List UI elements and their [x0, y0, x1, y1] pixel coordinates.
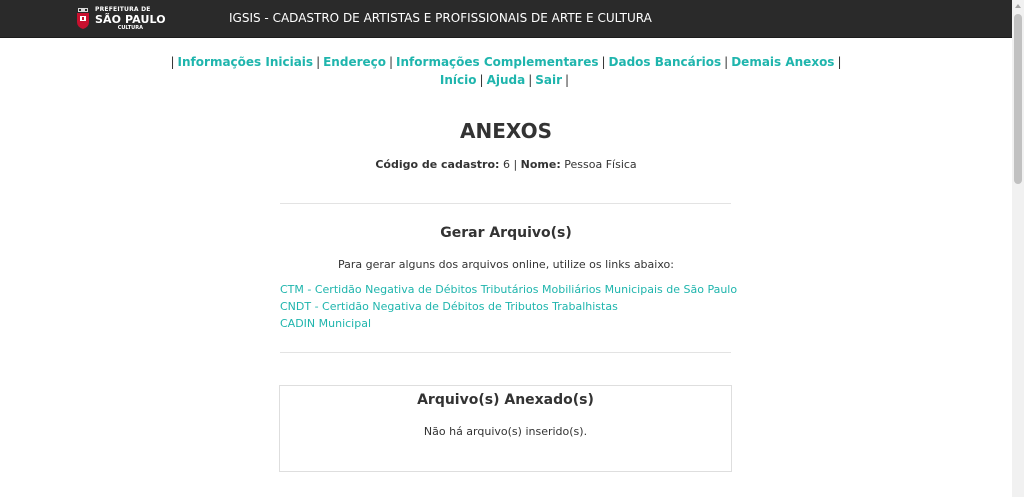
name-value: Pessoa Física	[564, 158, 637, 171]
attached-files-title: Arquivo(s) Anexado(s)	[417, 392, 594, 408]
registration-info: Código de cadastro: 6 | Nome: Pessoa Fís…	[375, 158, 637, 171]
main-nav-row-1: | Informações Iniciais | Endereço | Informaçõ…	[170, 55, 842, 69]
cndt-link[interactable]: CNDT - Certidão Negativa de Débitos de T…	[280, 298, 737, 315]
attached-files-panel: Arquivo(s) Anexado(s) Não há arquivo(s) …	[279, 385, 732, 472]
logo-line-2: SÃO PAULO	[95, 12, 166, 26]
code-label: Código de cadastro:	[375, 158, 500, 171]
nav-dados-bancarios[interactable]: Dados Bancários	[609, 55, 722, 69]
prefeitura-logo[interactable]: PREFEITURA DE SÃO PAULO CULTURA	[76, 5, 166, 32]
nav-informacoes-iniciais[interactable]: Informações Iniciais	[178, 55, 314, 69]
generate-instructions: Para gerar alguns dos arquivos online, u…	[338, 258, 674, 271]
divider	[280, 203, 731, 204]
nav-sair[interactable]: Sair	[535, 73, 562, 87]
nav-demais-anexos[interactable]: Demais Anexos	[731, 55, 834, 69]
name-label: Nome:	[520, 158, 561, 171]
divider	[280, 352, 731, 353]
scrollbar-thumb[interactable]	[1014, 14, 1022, 184]
vertical-scrollbar[interactable]	[1012, 0, 1024, 497]
app-title: IGSIS - CADASTRO DE ARTISTAS E PROFISSIO…	[229, 11, 652, 25]
code-value: 6	[502, 158, 510, 171]
coat-of-arms-icon	[76, 7, 90, 30]
logo-text: PREFEITURA DE SÃO PAULO CULTURA	[95, 5, 166, 31]
no-files-message: Não há arquivo(s) inserido(s).	[423, 425, 588, 438]
ctm-link[interactable]: CTM - Certidão Negativa de Débitos Tribu…	[280, 281, 737, 298]
top-bar: PREFEITURA DE SÃO PAULO CULTURA IGSIS - …	[0, 0, 1012, 38]
nav-endereco[interactable]: Endereço	[323, 55, 386, 69]
nav-informacoes-complementares[interactable]: Informações Complementares	[396, 55, 598, 69]
generate-files-title: Gerar Arquivo(s)	[440, 225, 572, 241]
page-title: ANEXOS	[460, 119, 552, 143]
nav-inicio[interactable]: Início	[440, 73, 477, 87]
main-nav-row-2: Início | Ajuda | Sair |	[439, 73, 570, 87]
nav-ajuda[interactable]: Ajuda	[487, 73, 526, 87]
logo-line-3: CULTURA	[117, 24, 143, 31]
scroll-up-icon[interactable]	[1015, 4, 1021, 8]
logo-line-1: PREFEITURA DE	[95, 5, 151, 13]
cadin-link[interactable]: CADIN Municipal	[280, 315, 737, 332]
generate-links: CTM - Certidão Negativa de Débitos Tribu…	[280, 281, 737, 332]
